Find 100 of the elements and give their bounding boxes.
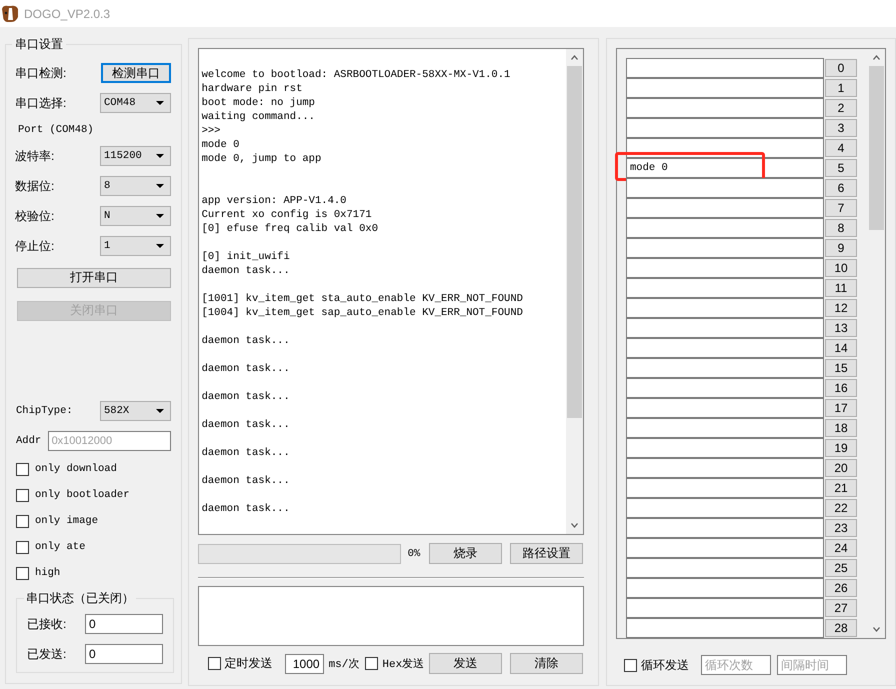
send-button[interactable]: 23 bbox=[825, 519, 857, 537]
checkbox[interactable] bbox=[16, 514, 29, 528]
log-line: daemon task... bbox=[202, 390, 291, 404]
command-field[interactable] bbox=[626, 258, 824, 278]
window-title: DOGO_VP2.0.3 bbox=[24, 6, 110, 20]
send-button[interactable]: 11 bbox=[825, 279, 857, 297]
send-button[interactable]: 13 bbox=[825, 319, 857, 337]
command-field[interactable] bbox=[626, 378, 824, 398]
command-field[interactable] bbox=[626, 278, 824, 298]
send-button[interactable]: 25 bbox=[825, 559, 857, 577]
send-button[interactable]: 10 bbox=[825, 259, 857, 277]
log-line: waiting command... bbox=[202, 110, 316, 124]
chevron-up-icon bbox=[571, 55, 578, 60]
send-button[interactable]: 14 bbox=[825, 339, 857, 357]
dropdown[interactable]: 582X bbox=[100, 401, 171, 421]
command-field[interactable] bbox=[626, 218, 824, 238]
send-button[interactable]: 9 bbox=[825, 239, 857, 257]
action-button[interactable]: 路径设置 bbox=[510, 543, 583, 564]
command-field[interactable]: mode 0 bbox=[626, 158, 824, 178]
send-button[interactable]: 22 bbox=[825, 499, 857, 517]
action-button[interactable]: 发送 bbox=[429, 653, 502, 674]
dropdown[interactable]: COM48 bbox=[100, 93, 171, 113]
send-button[interactable]: 3 bbox=[825, 119, 857, 137]
command-field[interactable] bbox=[626, 578, 824, 598]
loop-count-field[interactable]: 循环次数 bbox=[701, 655, 771, 675]
send-button[interactable]: 26 bbox=[825, 579, 857, 597]
send-button[interactable]: 12 bbox=[825, 299, 857, 317]
command-field[interactable] bbox=[626, 598, 824, 618]
unit-label: ms/次 bbox=[328, 657, 360, 671]
checkbox[interactable] bbox=[16, 462, 29, 476]
send-button[interactable]: 28 bbox=[825, 619, 857, 637]
command-field[interactable] bbox=[626, 478, 824, 498]
action-button[interactable]: 烧录 bbox=[429, 543, 502, 564]
send-button[interactable]: 17 bbox=[825, 399, 857, 417]
send-button[interactable]: 2 bbox=[825, 99, 857, 117]
dropdown[interactable]: N bbox=[100, 206, 171, 226]
field-label: 串口检测: bbox=[15, 64, 68, 82]
dropdown[interactable]: 8 bbox=[100, 176, 171, 196]
log-line: welcome to bootload: ASRBOOTLOADER-58XX-MX-V1.0.1 bbox=[202, 68, 512, 82]
command-field[interactable] bbox=[626, 58, 824, 78]
progress-percent: 0% bbox=[408, 548, 420, 560]
command-field[interactable] bbox=[626, 438, 824, 458]
send-button[interactable]: 24 bbox=[825, 539, 857, 557]
scrollbar-thumb[interactable] bbox=[567, 66, 582, 418]
checkbox[interactable] bbox=[16, 488, 29, 502]
chevron-down-icon bbox=[571, 523, 578, 528]
scrollbar[interactable] bbox=[566, 49, 583, 534]
send-textarea[interactable] bbox=[198, 586, 584, 646]
command-field[interactable] bbox=[626, 618, 824, 638]
log-textarea[interactable] bbox=[198, 48, 584, 535]
checkbox[interactable] bbox=[365, 657, 378, 670]
send-button[interactable]: 6 bbox=[825, 179, 857, 197]
send-button[interactable]: 21 bbox=[825, 479, 857, 497]
dropdown[interactable]: 1 bbox=[100, 236, 171, 256]
send-button[interactable]: 19 bbox=[825, 439, 857, 457]
command-field[interactable] bbox=[626, 358, 824, 378]
command-field[interactable] bbox=[626, 78, 824, 98]
command-field[interactable] bbox=[626, 98, 824, 118]
command-field[interactable] bbox=[626, 298, 824, 318]
checkbox-label: 循环发送 bbox=[641, 656, 689, 674]
interval-field[interactable]: 1000 bbox=[284, 654, 324, 674]
send-button[interactable]: 8 bbox=[825, 219, 857, 237]
command-field[interactable] bbox=[626, 338, 824, 358]
send-button[interactable]: 27 bbox=[825, 599, 857, 617]
scrollbar-thumb[interactable] bbox=[869, 66, 884, 230]
detect-button[interactable]: 检测串口 bbox=[101, 63, 171, 83]
port-button[interactable]: 打开串口 bbox=[17, 268, 171, 288]
send-button[interactable]: 15 bbox=[825, 359, 857, 377]
command-field[interactable] bbox=[626, 178, 824, 198]
command-field[interactable] bbox=[626, 198, 824, 218]
action-button[interactable]: 清除 bbox=[510, 653, 583, 674]
command-field[interactable] bbox=[626, 238, 824, 258]
send-button[interactable]: 7 bbox=[825, 199, 857, 217]
interval-field[interactable]: 间隔时间 bbox=[777, 655, 847, 675]
command-field[interactable] bbox=[626, 518, 824, 538]
command-field[interactable] bbox=[626, 498, 824, 518]
send-button[interactable]: 0 bbox=[825, 59, 857, 77]
send-button[interactable]: 16 bbox=[825, 379, 857, 397]
send-button[interactable]: 4 bbox=[825, 139, 857, 157]
dropdown[interactable]: 115200 bbox=[100, 146, 171, 166]
command-field[interactable] bbox=[626, 458, 824, 478]
command-field[interactable] bbox=[626, 558, 824, 578]
command-field[interactable] bbox=[626, 318, 824, 338]
counter-field[interactable]: 0 bbox=[85, 644, 163, 664]
checkbox[interactable] bbox=[208, 657, 221, 670]
send-button[interactable]: 1 bbox=[825, 79, 857, 97]
send-button[interactable]: 5 bbox=[825, 159, 857, 177]
log-line: >>> bbox=[202, 124, 222, 138]
command-field[interactable] bbox=[626, 118, 824, 138]
command-field[interactable] bbox=[626, 538, 824, 558]
checkbox[interactable] bbox=[16, 540, 29, 554]
checkbox[interactable] bbox=[624, 658, 637, 672]
command-field[interactable] bbox=[626, 398, 824, 418]
command-field[interactable] bbox=[626, 418, 824, 438]
send-button[interactable]: 20 bbox=[825, 459, 857, 477]
chevron-up-icon bbox=[873, 55, 880, 60]
counter-field[interactable]: 0 bbox=[85, 614, 163, 634]
address-field[interactable]: 0x10012000 bbox=[48, 431, 171, 451]
checkbox[interactable] bbox=[16, 566, 29, 580]
send-button[interactable]: 18 bbox=[825, 419, 857, 437]
